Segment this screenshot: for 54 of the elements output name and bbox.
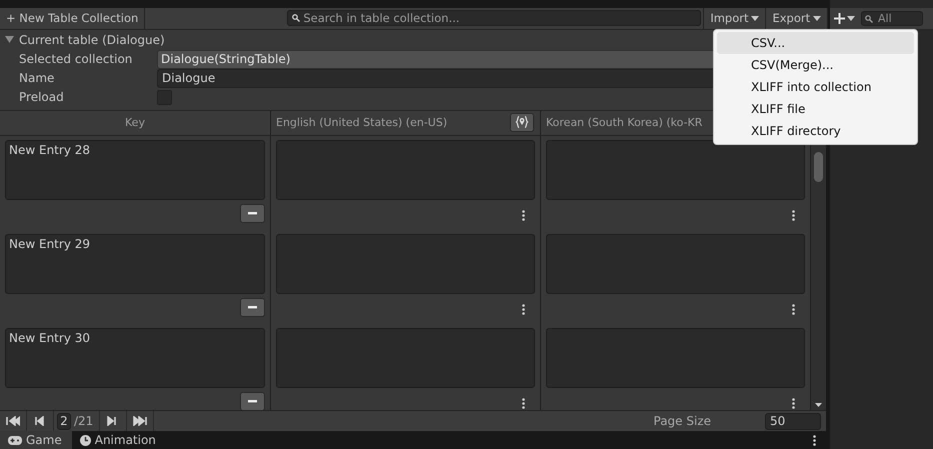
caret-icon: [751, 16, 760, 21]
more-icon[interactable]: [813, 434, 816, 446]
location-pin-icon: [515, 115, 529, 130]
minus-icon: [248, 400, 257, 403]
translation-field[interactable]: [546, 328, 805, 388]
translation-field[interactable]: [276, 140, 535, 200]
field-label: Name: [19, 71, 56, 86]
clock-icon: [80, 434, 91, 446]
page-field[interactable]: 2: [57, 412, 71, 430]
add-button[interactable]: [834, 13, 855, 24]
skip-forward-icon: [133, 416, 148, 426]
page-size-field[interactable]: 50: [765, 412, 821, 430]
remove-entry-button[interactable]: [240, 298, 265, 317]
skip-back-icon: [6, 416, 20, 426]
search-icon: [865, 15, 874, 23]
more-icon[interactable]: [522, 210, 525, 221]
remove-entry-button[interactable]: [240, 204, 265, 223]
translation-field[interactable]: [276, 234, 535, 294]
search-icon: [292, 14, 300, 22]
menu-item[interactable]: CSV...: [717, 32, 914, 54]
key-field[interactable]: New Entry 30: [5, 328, 265, 388]
page-total: /21: [74, 414, 94, 428]
field-label: Preload: [19, 90, 65, 104]
smart-format-button[interactable]: [510, 112, 534, 132]
expanded-triangle-icon[interactable]: [5, 35, 14, 44]
search-field[interactable]: Search in table collection...: [287, 10, 702, 26]
gamepad-icon: [8, 436, 22, 444]
remove-entry-button[interactable]: [240, 392, 265, 410]
translation-field[interactable]: [546, 140, 805, 200]
field-label: Selected collection: [19, 52, 134, 66]
caret-icon: [813, 16, 822, 21]
page-size-label: Page Size: [654, 414, 711, 428]
key-field[interactable]: New Entry 28: [5, 140, 265, 200]
caret-icon: [847, 16, 855, 21]
import-button[interactable]: Import: [703, 8, 766, 29]
minus-icon: [248, 212, 257, 215]
hierarchy-search-field[interactable]: All: [861, 11, 923, 26]
scroll-down-icon[interactable]: [815, 402, 822, 407]
column-header: Key: [0, 110, 271, 136]
more-icon[interactable]: [792, 398, 795, 409]
panel-tab[interactable]: Game: [0, 431, 72, 449]
column-header: English (United States) (en-US): [271, 110, 541, 136]
minus-icon: [248, 306, 257, 309]
key-field[interactable]: New Entry 29: [5, 234, 265, 294]
translation-field[interactable]: [546, 234, 805, 294]
skip-back-icon: [33, 416, 47, 426]
scrollbar-thumb[interactable]: [814, 152, 823, 182]
more-icon[interactable]: [792, 304, 795, 315]
plus-icon: [834, 13, 845, 24]
section-title: Current table (Dialogue): [19, 32, 165, 47]
more-icon[interactable]: [792, 210, 795, 221]
translation-field[interactable]: [276, 328, 535, 388]
more-icon[interactable]: [522, 304, 525, 315]
more-icon[interactable]: [522, 398, 525, 409]
